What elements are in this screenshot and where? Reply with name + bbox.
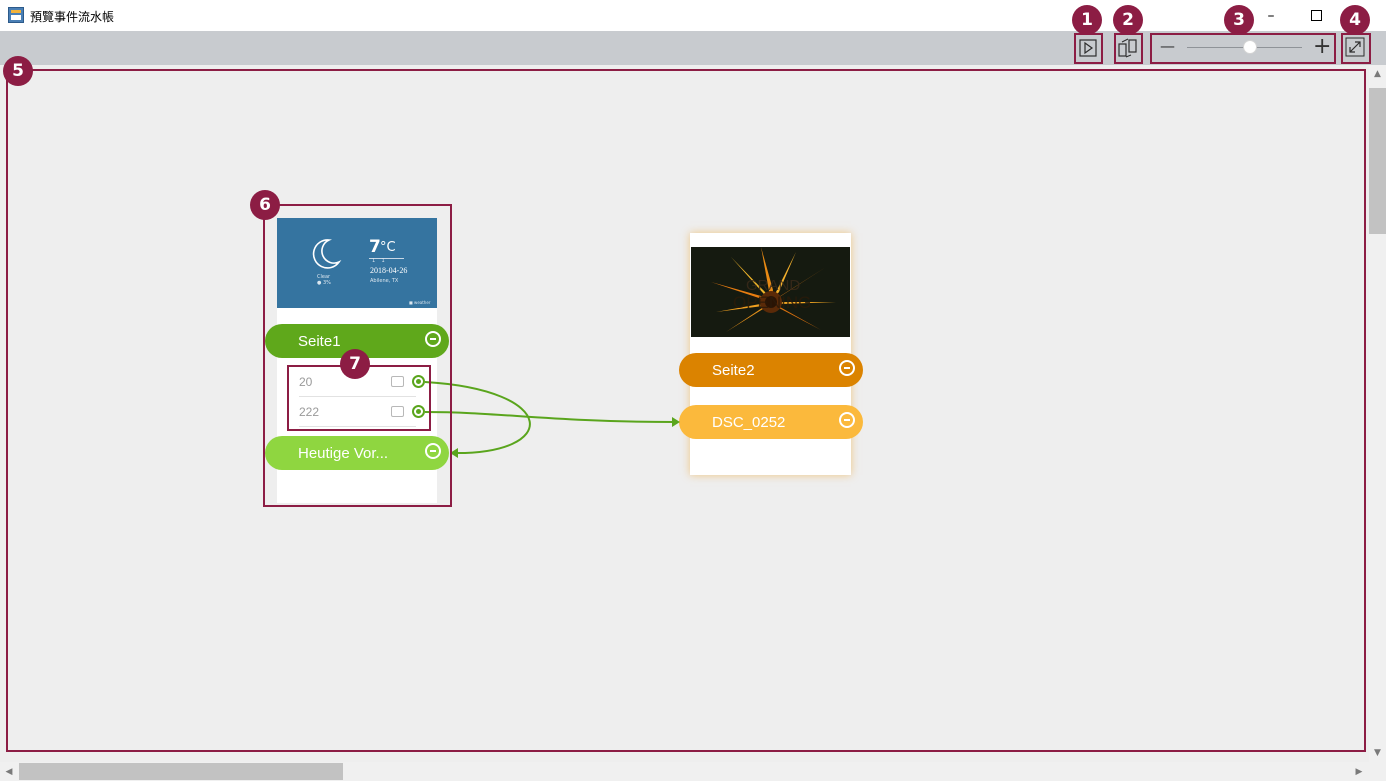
annotation-box-5 xyxy=(6,69,1366,752)
annotation-badge-7: 7 xyxy=(340,349,370,379)
annotation-box-1 xyxy=(1074,33,1103,64)
annotation-badge-4: 4 xyxy=(1340,5,1370,35)
annotation-box-2 xyxy=(1114,33,1143,64)
annotation-badge-5: 5 xyxy=(3,56,33,86)
annotation-box-3 xyxy=(1150,33,1336,64)
annotation-badge-1: 1 xyxy=(1072,5,1102,35)
annotation-badge-2: 2 xyxy=(1113,5,1143,35)
annotation-box-4 xyxy=(1341,33,1371,64)
annotation-badge-6: 6 xyxy=(250,190,280,220)
annotation-badge-3: 3 xyxy=(1224,5,1254,35)
